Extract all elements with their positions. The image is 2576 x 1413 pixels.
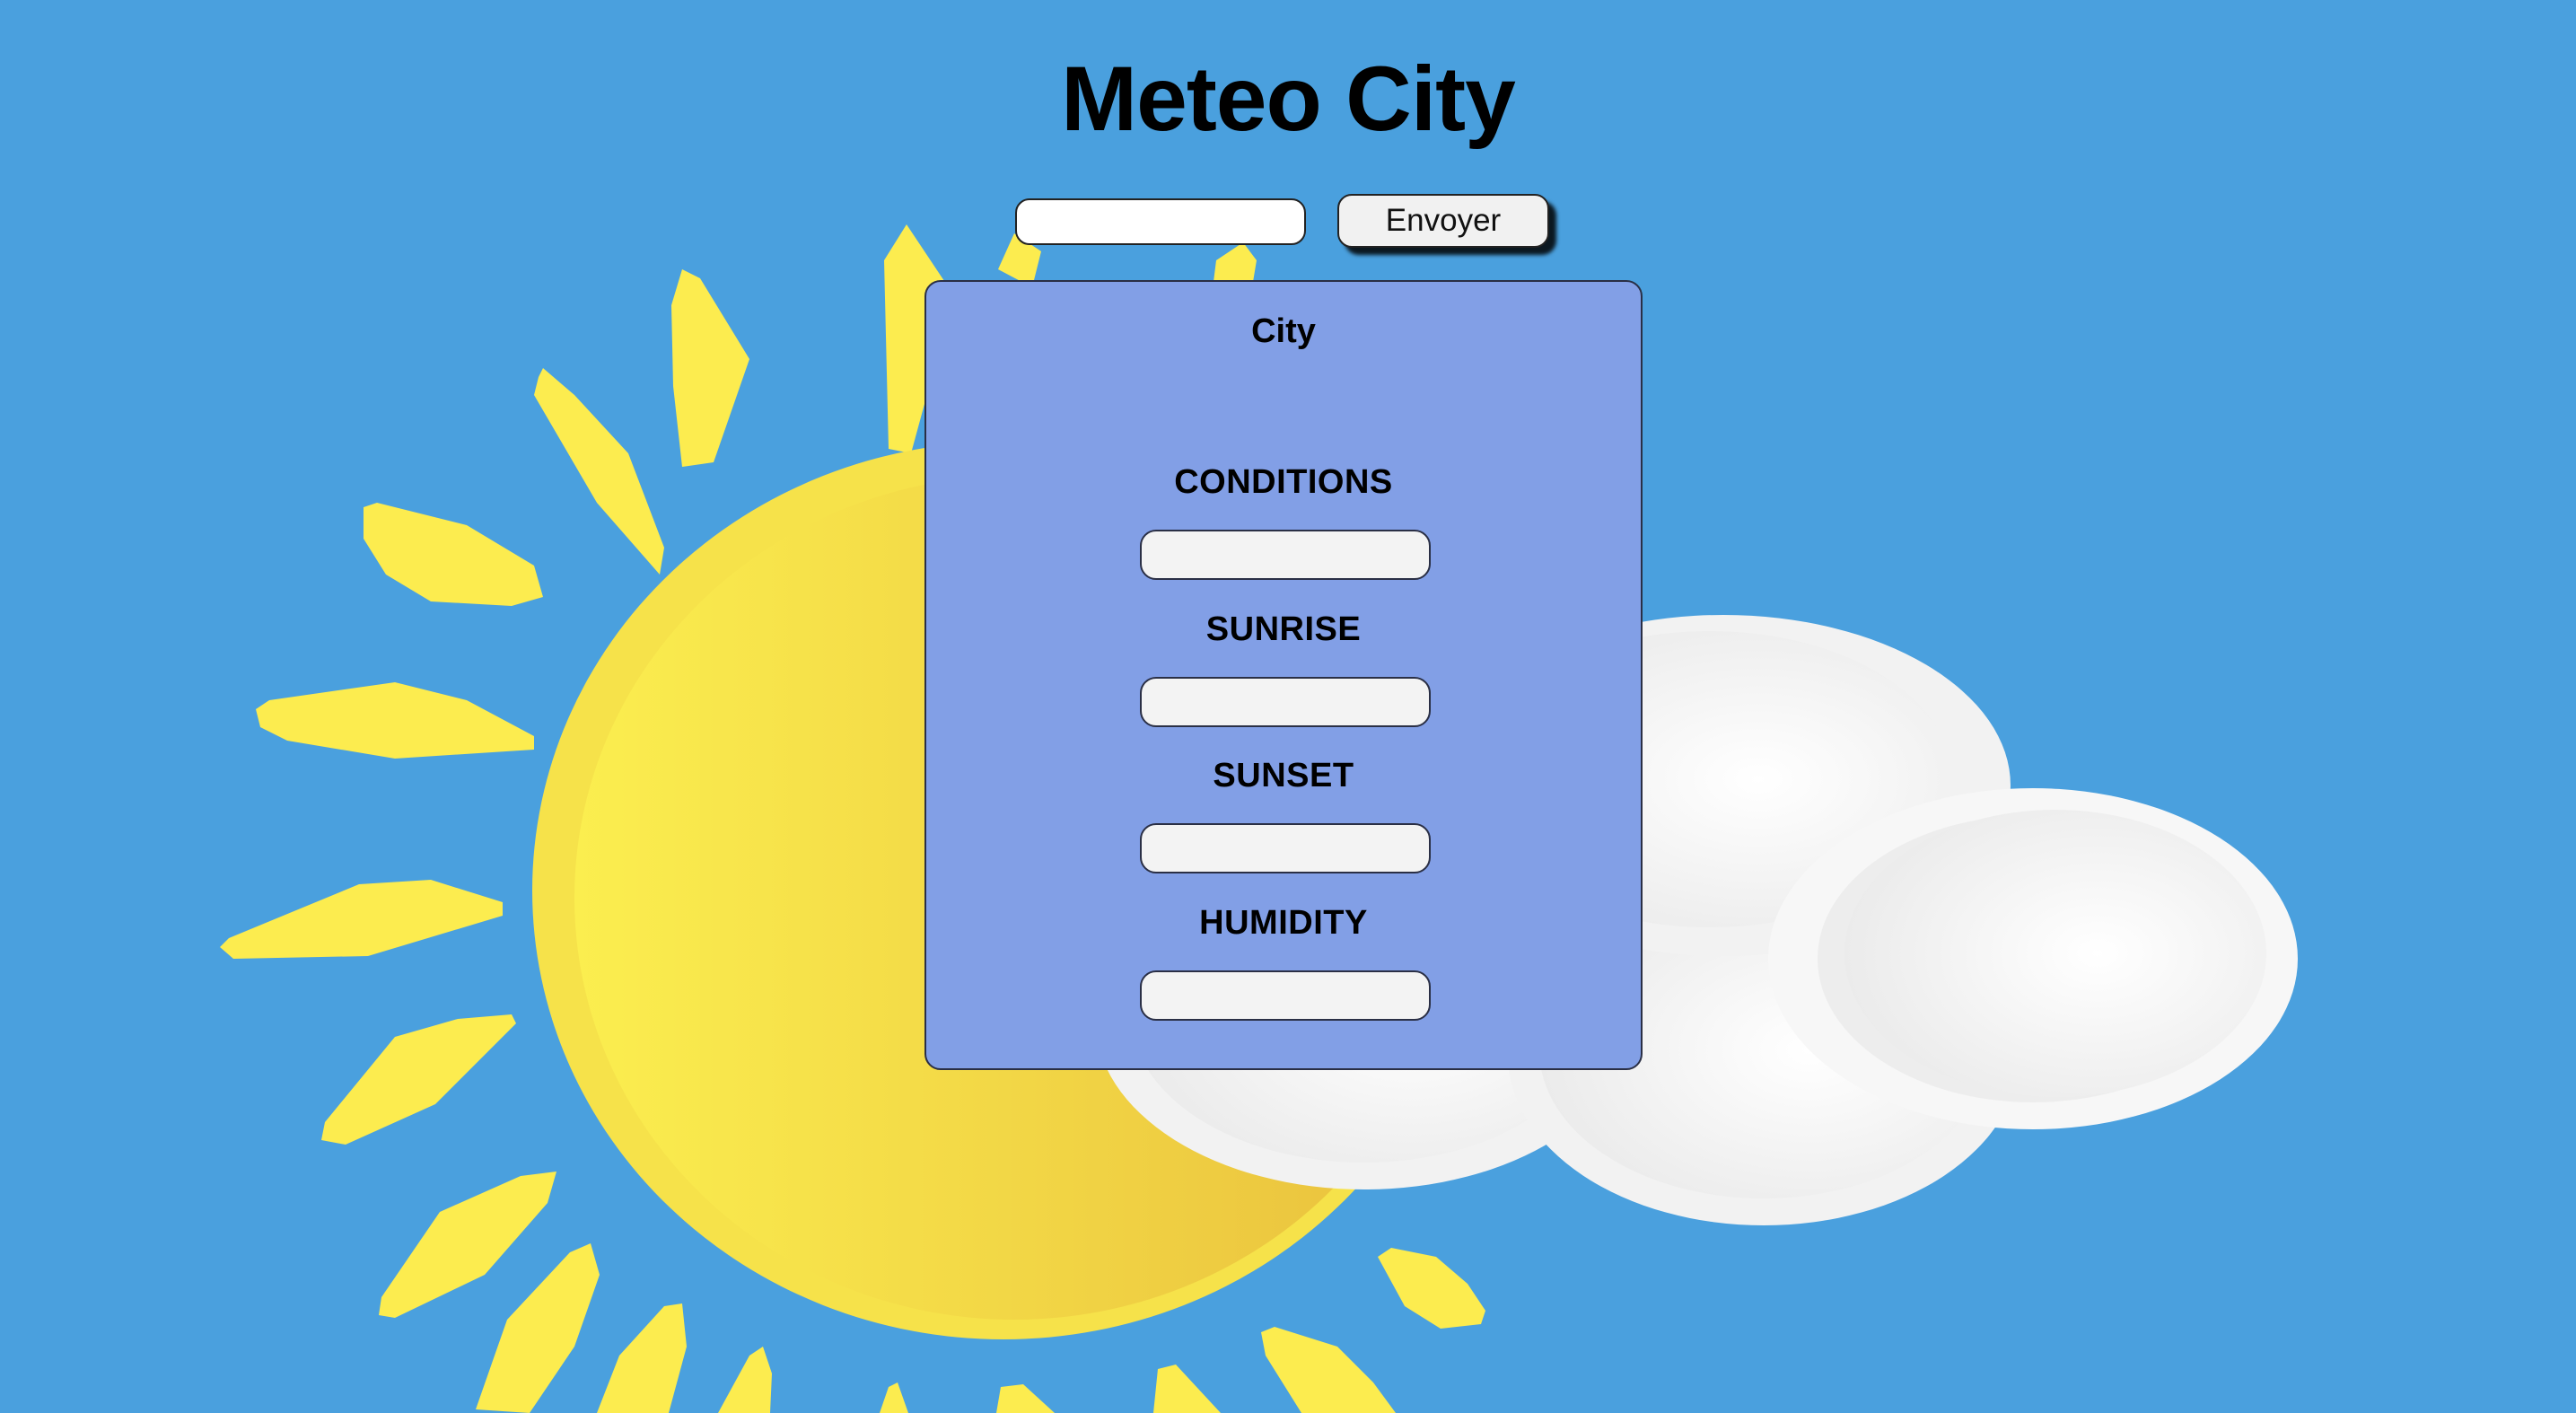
conditions-value-box — [1140, 530, 1431, 580]
city-search-input[interactable] — [1015, 198, 1306, 245]
sunrise-label: SUNRISE — [1205, 610, 1362, 648]
city-name: City — [1251, 312, 1316, 350]
conditions-label: CONDITIONS — [1174, 463, 1393, 501]
weather-card: City CONDITIONS SUNRISE SUNSET HUMIDITY — [924, 280, 1643, 1070]
sunset-label: SUNSET — [1213, 757, 1354, 794]
sunrise-value-box — [1140, 677, 1431, 727]
humidity-value-box — [1140, 970, 1431, 1021]
sunset-value-box — [1140, 823, 1431, 873]
send-button[interactable]: Envoyer — [1337, 194, 1549, 248]
page-title: Meteo City — [1061, 48, 1516, 150]
humidity-label: HUMIDITY — [1199, 904, 1368, 942]
